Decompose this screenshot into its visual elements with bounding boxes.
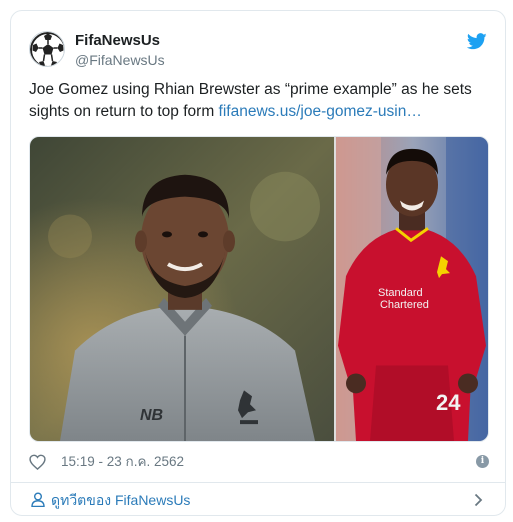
- tweet-link[interactable]: fifanews.us/joe-gomez-usin…: [219, 103, 422, 120]
- author-names[interactable]: FifaNewsUs @FifaNewsUs: [75, 32, 165, 69]
- player-portrait-image: NB: [30, 137, 334, 441]
- avatar[interactable]: [29, 31, 65, 67]
- embedded-tweet-card[interactable]: FifaNewsUs @FifaNewsUs Joe Gomez using R…: [10, 10, 506, 516]
- chevron-right-icon[interactable]: [474, 493, 483, 507]
- sponsor-line-1: Standard: [378, 287, 423, 299]
- user-handle[interactable]: @FifaNewsUs: [75, 51, 165, 69]
- tweet-header: FifaNewsUs @FifaNewsUs: [29, 31, 487, 71]
- sponsor-line-2: Chartered: [380, 299, 429, 311]
- photo-rhian-brewster[interactable]: Standard Chartered 24: [336, 137, 488, 441]
- tweet-text: Joe Gomez using Rhian Brewster as “prime…: [29, 79, 491, 123]
- display-name[interactable]: FifaNewsUs: [75, 32, 165, 50]
- tweet-media[interactable]: NB Standard Chartered 24: [29, 136, 489, 442]
- heart-icon[interactable]: [29, 454, 46, 470]
- soccer-ball-icon: [30, 32, 64, 66]
- tweet-meta: 15:19 - 23 ก.ค. 2562 i: [29, 451, 489, 475]
- view-tweets-link[interactable]: ดูทวีตของ FifaNewsUs: [51, 491, 190, 509]
- twitter-bird-icon[interactable]: [467, 33, 487, 50]
- info-icon[interactable]: i: [476, 455, 489, 468]
- player-celebration-image: Standard Chartered 24: [336, 137, 488, 441]
- view-profile-footer[interactable]: ดูทวีตของ FifaNewsUs: [11, 483, 505, 515]
- photo-joe-gomez[interactable]: NB: [30, 137, 334, 441]
- shirt-number: 24: [436, 390, 461, 415]
- nb-logo-text: NB: [140, 407, 163, 424]
- person-icon: [31, 492, 45, 507]
- tweet-timestamp[interactable]: 15:19 - 23 ก.ค. 2562: [61, 453, 184, 471]
